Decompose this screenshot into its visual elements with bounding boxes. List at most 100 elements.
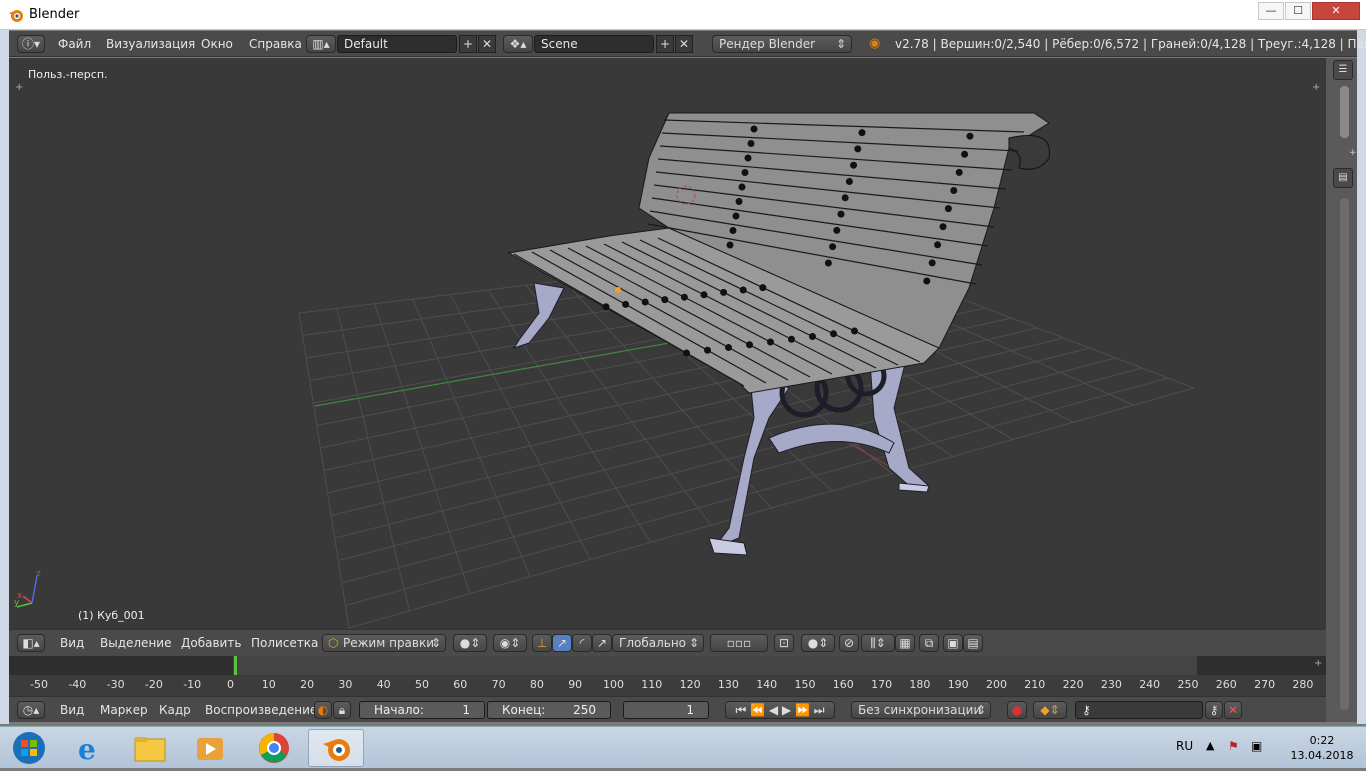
language-indicator[interactable]: RU <box>1176 739 1193 753</box>
layout-name-field[interactable]: Default <box>337 35 457 53</box>
snap-toggle[interactable]: ⊘ <box>839 634 859 652</box>
action-center-flag-icon[interactable]: ⚑ <box>1228 739 1239 753</box>
timeline-frame-ruler[interactable]: -50 -40 -30 -20 -10 0 10 20 30 40 50 60 70 80 90 100 110… <box>9 675 1326 696</box>
3d-viewport[interactable]: + + z y x Польз.-персп. (1) Куб_001 <box>9 58 1326 629</box>
insert-keyframe-button[interactable]: ⚷ <box>1205 701 1223 719</box>
panel-expand-icon-left[interactable]: + <box>15 82 23 93</box>
editor-type-info-button[interactable]: ⓘ▾ <box>17 35 45 53</box>
taskbar-file-explorer[interactable] <box>122 729 178 767</box>
render-engine-dropdown[interactable]: Рендер Blender ⇕ <box>712 35 852 53</box>
current-frame-cursor[interactable] <box>234 656 237 675</box>
bench-seat-mesh[interactable] <box>507 112 1050 394</box>
menu-view[interactable]: Вид <box>60 703 84 717</box>
rotate-icon: ◜ <box>579 636 585 650</box>
lock-range-button[interactable]: 🔒︎ <box>333 701 351 719</box>
sync-mode-dropdown[interactable]: Без синхронизации ⇕ <box>851 701 991 719</box>
properties-editor-button[interactable]: ▤ <box>1333 168 1353 188</box>
clapperboard-icon: ▤ <box>967 636 979 650</box>
system-clock[interactable]: 0:22 13.04.2018 <box>1282 733 1362 763</box>
snap-element-dropdown[interactable]: ⫼⇕ <box>861 634 895 652</box>
timeline-tick-label: 140 <box>756 678 778 691</box>
taskbar-chrome[interactable] <box>246 729 302 767</box>
selection-mode-buttons[interactable]: ▫▫▫ <box>710 634 768 652</box>
panel-expand-icon-right[interactable]: + <box>1312 82 1320 93</box>
menu-select[interactable]: Выделение <box>100 636 171 650</box>
current-frame-field[interactable]: 1 <box>623 701 709 719</box>
menu-marker[interactable]: Маркер <box>100 703 148 717</box>
editor-type-3d-button[interactable]: ◧▴ <box>17 634 45 652</box>
timeline-tick-label: 40 <box>376 678 391 691</box>
axis-x-label: x <box>17 591 23 601</box>
menu-add[interactable]: Добавить <box>181 636 241 650</box>
taskbar-internet-explorer[interactable]: e <box>62 729 118 767</box>
screen-layout-selector[interactable]: ▥▴ <box>306 35 336 53</box>
render-animation-button[interactable]: ▤ <box>963 634 983 652</box>
transform-orientation-dropdown[interactable]: Глобально ⇕ <box>612 634 704 652</box>
menu-view[interactable]: Вид <box>60 636 84 650</box>
menu-help[interactable]: Справка <box>249 37 302 51</box>
viewport-scene[interactable]: + + z y x <box>9 58 1326 629</box>
add-scene-button[interactable]: + <box>656 35 674 53</box>
panel-expand-icon[interactable]: + <box>1349 148 1357 158</box>
preview-range-button[interactable]: ◐ <box>314 701 332 719</box>
pivot-icon: ◉⇕ <box>499 636 521 650</box>
menu-mesh[interactable]: Полисетка <box>251 636 318 650</box>
panel-expand-icon[interactable]: + <box>1314 658 1322 669</box>
pivot-point-dropdown[interactable]: ◉⇕ <box>493 634 527 652</box>
record-button[interactable]: ● <box>1007 701 1027 719</box>
taskbar-media-player[interactable] <box>182 729 238 767</box>
start-button[interactable] <box>2 729 58 767</box>
show-hidden-icons-icon[interactable]: ▲ <box>1206 739 1214 752</box>
timeline-tick-label: 270 <box>1254 678 1276 691</box>
menu-frame[interactable]: Кадр <box>159 703 191 717</box>
outliner-editor-button[interactable]: ☰ <box>1333 60 1353 80</box>
minimize-button[interactable]: — <box>1258 2 1284 20</box>
mode-dropdown[interactable]: ⬡ Режим правки ⇕ <box>322 634 446 652</box>
proportional-edit-dropdown[interactable]: ●⇕ <box>801 634 835 652</box>
start-frame-field[interactable]: Начало: 1 <box>359 701 485 719</box>
close-button[interactable]: ✕ <box>1312 2 1360 20</box>
menu-file[interactable]: Файл <box>58 37 91 51</box>
menu-render[interactable]: Визуализация <box>106 37 195 51</box>
translate-manipulator-button[interactable]: ↗ <box>552 634 572 652</box>
timeline-tick-label: 210 <box>1024 678 1046 691</box>
media-player-icon <box>197 738 223 760</box>
y-axis-line <box>314 342 670 407</box>
timeline-outside-range-left <box>9 656 233 675</box>
plus-icon: + <box>659 37 671 51</box>
scale-manipulator-button[interactable]: ↗ <box>592 634 612 652</box>
layout-grid-icon: ▥▴ <box>312 37 330 51</box>
rotate-manipulator-button[interactable]: ◜ <box>572 634 592 652</box>
scene-name-field[interactable]: Scene <box>534 35 654 53</box>
limit-selection-button[interactable]: ⊡ <box>774 634 794 652</box>
taskbar-blender[interactable] <box>308 729 364 767</box>
viewport-shading-dropdown[interactable]: ●⇕ <box>453 634 487 652</box>
render-opengl-button[interactable]: ▣ <box>943 634 963 652</box>
timeline-tick-label: 190 <box>947 678 969 691</box>
delete-scene-button[interactable]: ✕ <box>675 35 693 53</box>
delete-layout-button[interactable]: ✕ <box>478 35 496 53</box>
properties-scrollbar[interactable] <box>1340 198 1349 710</box>
timeline-tick-label: 90 <box>568 678 583 691</box>
end-frame-field[interactable]: Конец: 250 <box>487 701 611 719</box>
network-icon[interactable]: ▣ <box>1251 739 1262 753</box>
layers-button[interactable]: ⧉ <box>919 634 939 652</box>
maximize-button[interactable]: ☐ <box>1285 2 1311 20</box>
menu-window[interactable]: Окно <box>201 37 233 51</box>
menu-playback[interactable]: Воспроизведение <box>205 703 317 717</box>
snap-target-button[interactable]: ▦ <box>895 634 915 652</box>
delete-keyframe-button[interactable]: ✕ <box>1224 701 1242 719</box>
editor-type-timeline-button[interactable]: ◷▴ <box>17 701 45 719</box>
timeline-track[interactable]: + <box>9 656 1326 675</box>
playback-controls[interactable]: ⏮ ⏪ ◀ ▶ ⏩ ⏭ <box>725 701 835 719</box>
plus-icon: + <box>462 37 474 51</box>
internet-explorer-icon: e <box>78 733 96 766</box>
scene-selector[interactable]: ❖▴ <box>503 35 533 53</box>
outliner-scrollbar[interactable] <box>1340 86 1349 138</box>
timeline-editor[interactable]: + -50 -40 -30 -20 -10 0 10 20 30 40 50 60 70 80 90 100 1… <box>9 656 1326 696</box>
manipulator-toggle[interactable]: ⊥ <box>532 634 552 652</box>
keying-dropdown[interactable]: ◆⇕ <box>1033 701 1067 719</box>
keying-set-field[interactable]: ⚷ <box>1075 701 1203 719</box>
timeline-tick-label: 260 <box>1215 678 1237 691</box>
add-layout-button[interactable]: + <box>459 35 477 53</box>
